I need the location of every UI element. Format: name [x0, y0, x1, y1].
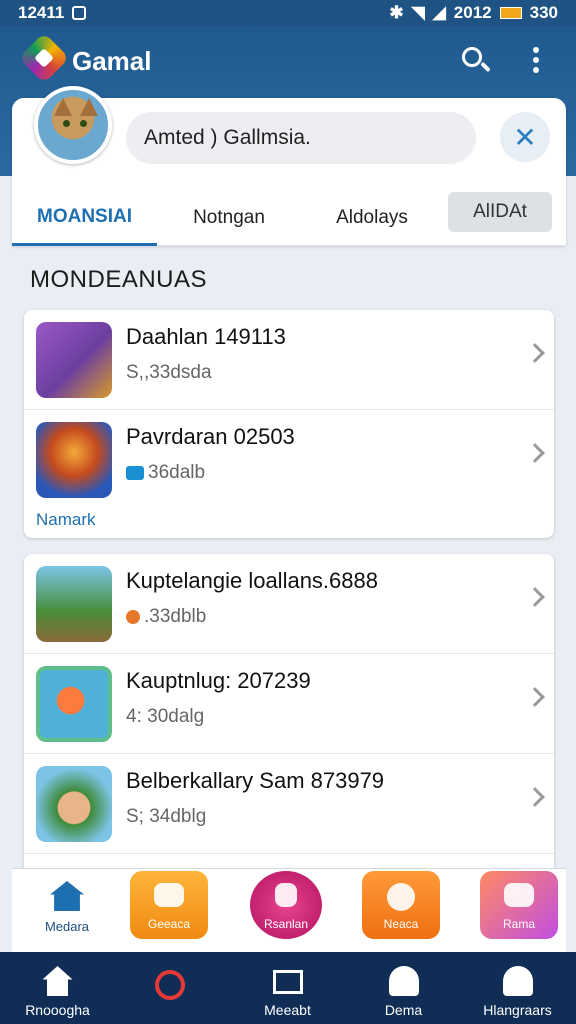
mail-icon [272, 970, 303, 994]
tab-notngan[interactable]: Notngan [162, 190, 296, 246]
dock-item-rama[interactable]: Rama [480, 871, 558, 939]
game-thumbnail [36, 322, 112, 398]
bottom-navigation: Rnooogha Meeabt Dema Hlangraars [0, 952, 576, 1024]
overflow-menu-button[interactable] [528, 44, 544, 78]
chevron-right-icon [525, 687, 545, 707]
list-item-title: Kuptelangie loallans.6888 [126, 568, 378, 593]
tab-aldolays[interactable]: Aldolays [308, 190, 436, 246]
nav-item-search[interactable] [112, 952, 227, 1024]
person-icon [388, 966, 419, 996]
profile-card: Amted ) Gallmsia. ✕ MOANSIAI Notngan Ald… [12, 86, 566, 246]
list-item-title: Daahlan 149113 [126, 324, 286, 349]
search-icon [462, 47, 482, 67]
bluetooth-icon: ✱ [389, 3, 404, 22]
chat-icon [154, 883, 184, 907]
list-item[interactable]: Daahlan 149113 S,,33dsda [24, 310, 554, 410]
list-item-title: Belberkallary Sam 873979 [126, 768, 385, 793]
nav-item-dema[interactable]: Dema [346, 952, 461, 1024]
list-item-subtitle: S,,33dsda [126, 362, 212, 383]
section-title: MONDEANUAS [30, 266, 208, 293]
mail-icon [126, 465, 144, 480]
app-title: Gamal [72, 46, 152, 76]
tab-alidat[interactable]: AlIDAt [448, 192, 552, 232]
bottom-dock: Medara Geeaca Rsanlan Neaca Rama [12, 868, 566, 952]
game-thumbnail [36, 422, 112, 498]
close-button[interactable]: ✕ [500, 112, 550, 162]
nav-item-profile[interactable]: Hlangraars [460, 952, 575, 1024]
home-icon [50, 881, 84, 911]
chevron-right-icon [525, 587, 545, 607]
list-item-title: Pavrdaran 02503 [126, 424, 295, 449]
status-time: 12411 [18, 3, 65, 22]
game-list-group-2: Kuptelangie loallans.6888 .33dblb Kauptn… [24, 554, 554, 884]
profile-name[interactable]: Amted ) Gallmsia. [126, 112, 476, 164]
dock-item-medara[interactable]: Medara [22, 871, 112, 941]
camera-icon [387, 883, 415, 911]
battery-icon [499, 7, 522, 19]
game-thumbnail [36, 766, 112, 842]
more-vertical-icon [533, 47, 539, 53]
tab-moansiai[interactable]: MOANSIAI [12, 190, 157, 246]
battery-text: 330 [529, 3, 558, 22]
list-item-subtitle: 4: 30dalg [126, 706, 205, 727]
lock-icon [275, 883, 297, 907]
status-right-text: 2012 [453, 3, 492, 22]
chevron-right-icon [525, 443, 545, 463]
profile-icon [504, 883, 534, 907]
person-icon [126, 609, 140, 624]
close-icon: ✕ [513, 121, 537, 153]
notification-icon [72, 6, 87, 20]
dock-item-rsanlan[interactable]: Rsanlan [250, 871, 322, 939]
game-thumbnail [36, 566, 112, 642]
list-item-subtitle: 36dalb [126, 462, 205, 484]
nav-item-messages[interactable]: Meeabt [230, 952, 345, 1024]
chevron-right-icon [525, 343, 545, 363]
status-bar: 12411 ✱ ◥ ◢ 2012 330 [0, 0, 576, 26]
home-icon [42, 966, 73, 996]
game-thumbnail [36, 666, 112, 742]
profile-icon [502, 966, 533, 996]
game-list-group-1: Daahlan 149113 S,,33dsda Pavrdaran 02503… [24, 310, 554, 538]
list-item-subtitle: S; 34dblg [126, 806, 207, 827]
signal-icon: ◢ [432, 3, 446, 22]
profile-name-text: Amted ) Gallmsia. [144, 126, 311, 149]
dock-item-geeaca[interactable]: Geeaca [130, 871, 208, 939]
search-icon [154, 970, 185, 1000]
list-item-subtitle: .33dblb [126, 606, 206, 628]
wifi-icon: ◥ [411, 3, 425, 22]
avatar[interactable] [34, 86, 112, 164]
list-item[interactable]: Pavrdaran 02503 36dalb [24, 410, 554, 510]
search-button[interactable] [458, 44, 492, 78]
group-footer-link[interactable]: Namark [36, 510, 96, 530]
list-item[interactable]: Belberkallary Sam 873979 S; 34dblg [24, 754, 554, 854]
list-item-title: Kauptnlug: 207239 [126, 668, 311, 693]
list-item[interactable]: Kauptnlug: 207239 4: 30dalg [24, 654, 554, 754]
app-logo-icon [18, 32, 70, 84]
list-item[interactable]: Kuptelangie loallans.6888 .33dblb [24, 554, 554, 654]
chevron-right-icon [525, 787, 545, 807]
nav-item-home[interactable]: Rnooogha [0, 952, 115, 1024]
dock-item-neaca[interactable]: Neaca [362, 871, 440, 939]
